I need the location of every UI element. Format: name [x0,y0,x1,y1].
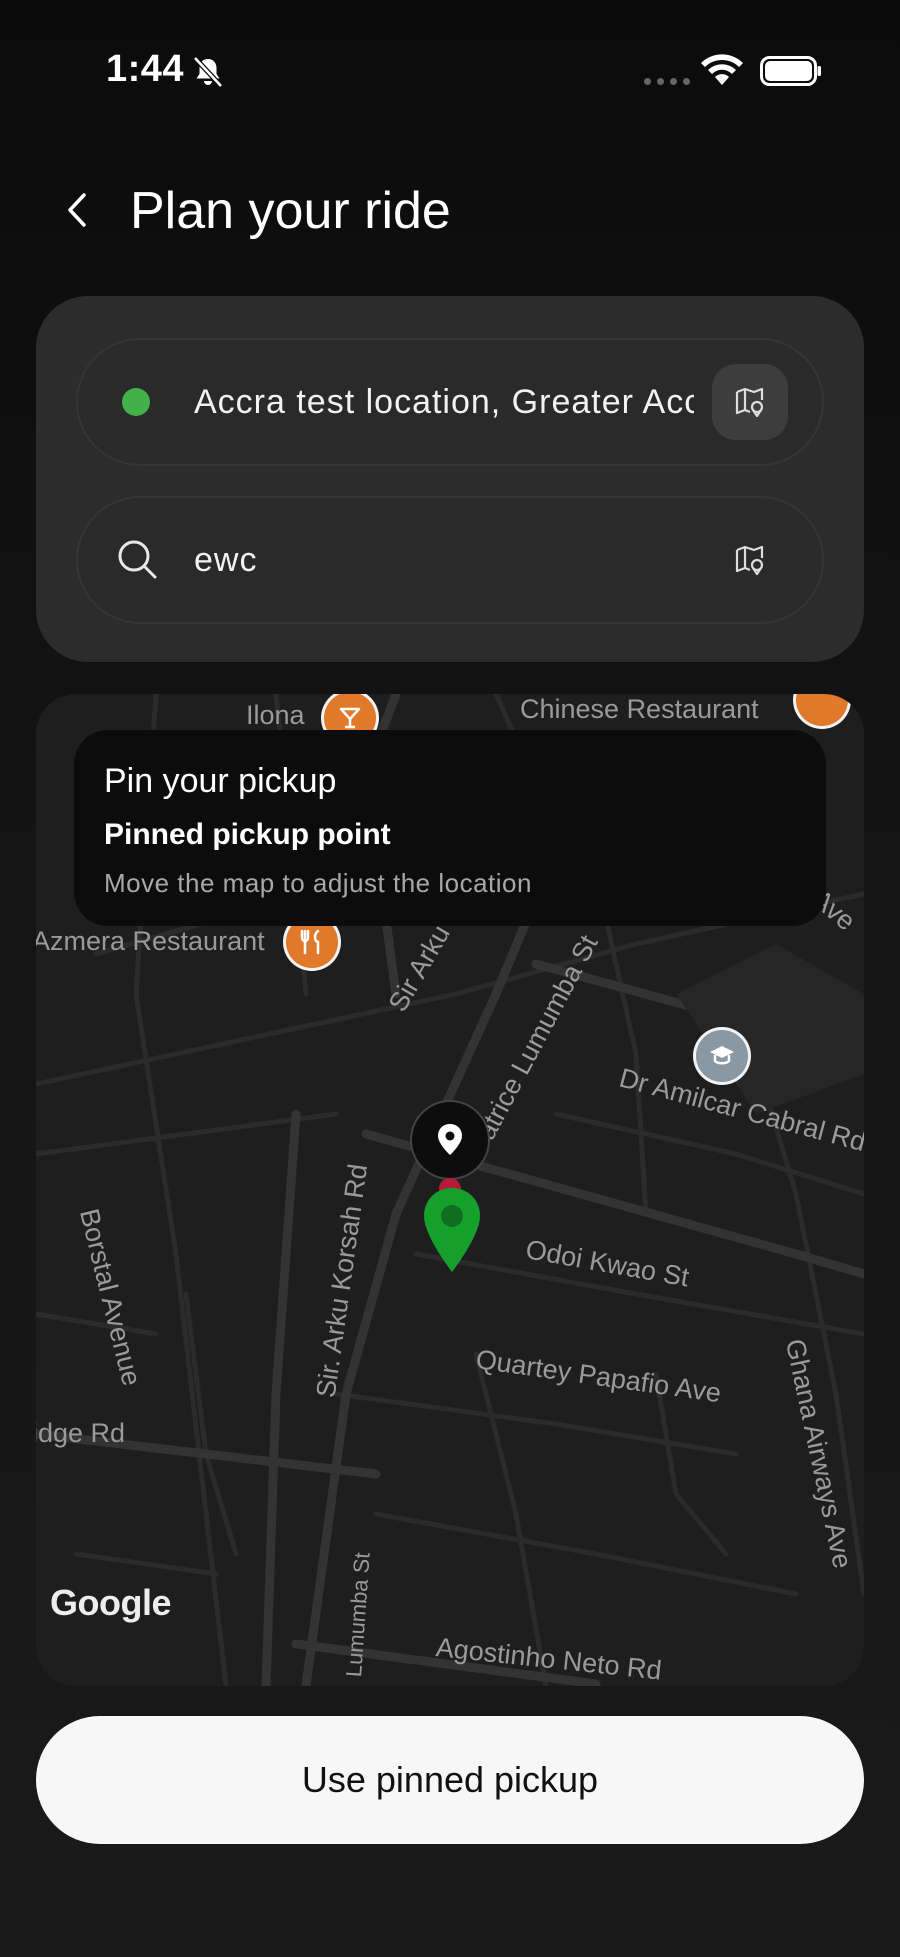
map-label-idge-rd: idge Rd [36,1418,126,1448]
info-card-hint: Move the map to adjust the location [104,868,532,898]
pickup-indicator-dot [122,388,150,416]
signal-dots-icon [644,78,690,85]
battery-icon [760,56,821,86]
google-attribution: Google [50,1582,172,1623]
destination-input[interactable]: ewc [194,534,694,586]
green-location-pin-icon [424,1188,480,1272]
pickup-field[interactable]: Accra test location, Greater Accra [76,338,824,466]
pickup-marker[interactable] [412,1102,488,1178]
map-pin-icon [735,387,764,418]
info-card-subtitle: Pinned pickup point [104,818,391,851]
map-label-ilona: Ilona [246,700,305,730]
pickup-map-button[interactable] [712,364,788,440]
destination-field[interactable]: ewc [76,496,824,624]
page-title: Plan your ride [130,182,451,240]
header: Plan your ride [0,170,900,260]
search-icon [118,540,157,579]
route-card: Accra test location, Greater Accra ewc [36,296,864,662]
school-poi-icon[interactable] [696,1030,748,1082]
info-card-title: Pin your pickup [104,762,337,800]
map-pin-icon [735,545,764,576]
pickup-info-card: Pin your pickup Pinned pickup point Move… [74,730,826,926]
map-label-azmera-restaurant: Azmera Restaurant [36,926,265,956]
status-time: 1:44 [106,48,185,90]
wifi-icon [701,54,743,85]
location-pin-icon [438,1124,462,1155]
map-label-chinese-restaurant: Chinese Restaurant [520,694,759,724]
back-button[interactable] [48,180,108,240]
pickup-input[interactable]: Accra test location, Greater Accra [194,376,694,428]
status-bar: 1:44 [0,0,900,150]
bell-off-icon [193,56,223,88]
map-view[interactable]: Ilona Chinese Restaurant Azmera Restaura… [36,694,864,1686]
chevron-left-icon [68,193,86,227]
use-pinned-pickup-button[interactable]: Use pinned pickup [36,1716,864,1844]
destination-map-button[interactable] [712,522,788,598]
